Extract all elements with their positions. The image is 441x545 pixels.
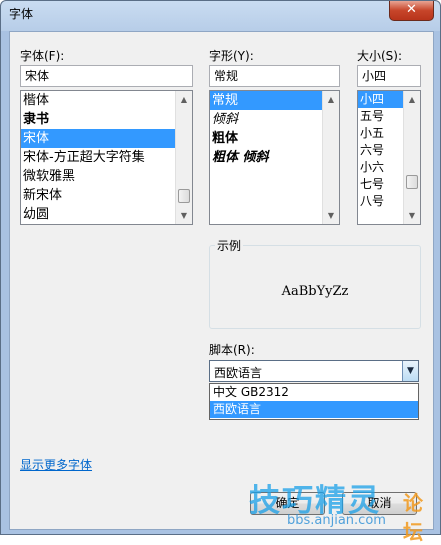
title-bar[interactable]: 字体 ✕ bbox=[1, 1, 440, 27]
ok-button[interactable]: 确定 bbox=[250, 492, 325, 515]
script-dropdown[interactable]: 中文 GB2312 西欧语言 bbox=[209, 383, 419, 420]
chevron-down-icon[interactable]: ▼ bbox=[402, 361, 418, 381]
scroll-down-arrow-icon[interactable]: ▼ bbox=[404, 207, 420, 224]
size-input[interactable]: 小四 bbox=[357, 65, 421, 87]
window-title: 字体 bbox=[9, 7, 34, 21]
scroll-down-arrow-icon[interactable]: ▼ bbox=[176, 207, 192, 224]
style-input[interactable]: 常规 bbox=[209, 65, 340, 87]
sample-preview: AaBbYyZz bbox=[281, 284, 349, 299]
style-list[interactable]: 常规 倾斜 粗体 粗体 倾斜 ▲ ▼ bbox=[209, 90, 340, 225]
font-list-item[interactable]: 宋体 bbox=[21, 129, 192, 148]
dialog-body: 字体(F): 宋体 楷体 隶书 宋体 宋体-方正超大字符集 微软雅黑 新宋体 幼圆 ▲ ▼ … bbox=[9, 31, 434, 530]
size-input-value: 小四 bbox=[362, 69, 387, 83]
show-more-fonts-link[interactable]: 显示更多字体 bbox=[20, 456, 92, 473]
font-list-item[interactable]: 宋体-方正超大字符集 bbox=[21, 148, 192, 167]
font-list-item[interactable]: 楷体 bbox=[21, 91, 192, 110]
scroll-down-arrow-icon[interactable]: ▼ bbox=[323, 207, 339, 224]
font-input[interactable]: 宋体 bbox=[20, 65, 193, 87]
sample-label: 示例 bbox=[215, 237, 244, 254]
scroll-thumb[interactable] bbox=[178, 189, 190, 203]
cancel-button[interactable]: 取消 bbox=[342, 492, 417, 515]
style-label: 字形(Y): bbox=[209, 49, 254, 63]
sample-group: 示例 AaBbYyZz bbox=[209, 237, 421, 329]
font-label: 字体(F): bbox=[20, 49, 65, 63]
close-button[interactable]: ✕ bbox=[389, 1, 434, 21]
close-icon: ✕ bbox=[406, 2, 417, 17]
style-list-item[interactable]: 倾斜 bbox=[210, 110, 339, 129]
size-list[interactable]: 小四 五号 小五 六号 小六 七号 八号 ▲ ▼ bbox=[357, 90, 421, 225]
font-list-item[interactable]: 微软雅黑 bbox=[21, 167, 192, 186]
font-list-item[interactable]: 新宋体 bbox=[21, 186, 192, 205]
font-dialog: 字体 ✕ 字体(F): 宋体 楷体 隶书 宋体 宋体-方正超大字符集 微软雅黑 新宋体 幼圆… bbox=[0, 0, 441, 544]
scroll-up-arrow-icon[interactable]: ▲ bbox=[404, 91, 420, 108]
font-list-scrollbar[interactable]: ▲ ▼ bbox=[175, 91, 192, 224]
script-label: 脚本(R): bbox=[209, 343, 255, 357]
font-list-item[interactable]: 幼圆 bbox=[21, 205, 192, 224]
script-select-value: 西欧语言 bbox=[214, 366, 263, 380]
size-list-scrollbar[interactable]: ▲ ▼ bbox=[403, 91, 420, 224]
scroll-up-arrow-icon[interactable]: ▲ bbox=[176, 91, 192, 108]
font-list-item[interactable]: 隶书 bbox=[21, 110, 192, 129]
style-list-item[interactable]: 粗体 倾斜 bbox=[210, 148, 339, 167]
script-option[interactable]: 西欧语言 bbox=[210, 401, 418, 418]
font-list[interactable]: 楷体 隶书 宋体 宋体-方正超大字符集 微软雅黑 新宋体 幼圆 ▲ ▼ bbox=[20, 90, 193, 225]
style-input-value: 常规 bbox=[214, 69, 239, 83]
size-label: 大小(S): bbox=[357, 49, 403, 63]
script-option[interactable]: 中文 GB2312 bbox=[210, 384, 418, 401]
style-list-item[interactable]: 粗体 bbox=[210, 129, 339, 148]
style-list-item[interactable]: 常规 bbox=[210, 91, 339, 110]
scroll-up-arrow-icon[interactable]: ▲ bbox=[323, 91, 339, 108]
style-list-scrollbar[interactable]: ▲ ▼ bbox=[322, 91, 339, 224]
font-input-value: 宋体 bbox=[25, 69, 50, 83]
script-select[interactable]: 西欧语言 ▼ bbox=[209, 360, 419, 382]
scroll-thumb[interactable] bbox=[406, 175, 418, 189]
